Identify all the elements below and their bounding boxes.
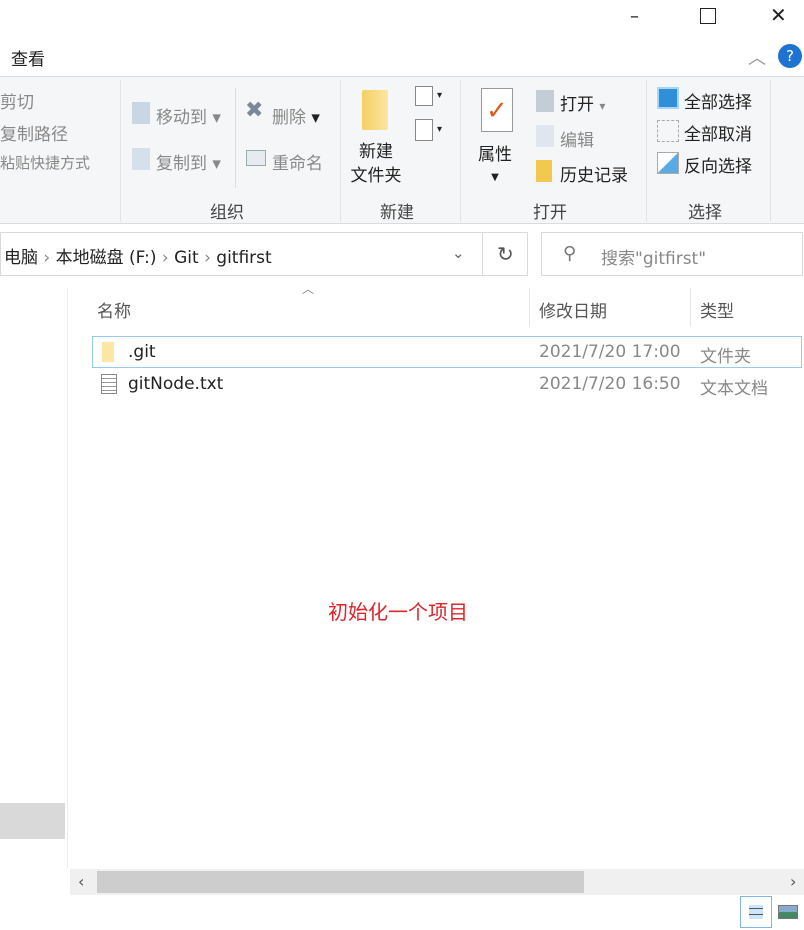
open-icon <box>536 90 554 112</box>
invert-selection-button[interactable]: 反向选择 <box>684 152 752 177</box>
nav-item-selected[interactable] <box>0 803 65 839</box>
file-modified: 2021/7/20 16:50 <box>539 374 681 394</box>
paste-shortcut-button[interactable]: 粘贴快捷方式 <box>0 152 90 173</box>
organize-group-label: 组织 <box>210 203 244 223</box>
rename-icon <box>246 150 266 166</box>
history-button[interactable]: 历史记录 <box>560 161 628 186</box>
file-modified: 2021/7/20 17:00 <box>539 342 681 362</box>
rename-button[interactable]: 重命名 <box>272 149 323 174</box>
copy-to-button[interactable]: 复制到 ▾ <box>156 149 221 174</box>
folder-icon <box>102 342 114 362</box>
easy-access-icon[interactable] <box>415 119 433 141</box>
move-to-button[interactable]: 移动到 ▾ <box>156 103 221 128</box>
tab-view[interactable]: 查看 <box>11 45 45 70</box>
new-item-icon[interactable] <box>415 86 433 106</box>
folder-icon <box>362 90 388 130</box>
move-to-icon <box>132 102 150 124</box>
text-file-icon <box>101 374 117 394</box>
easy-access-dropdown-icon[interactable]: ▾ <box>437 124 442 135</box>
search-icon: ⚲ <box>563 243 577 264</box>
file-name[interactable]: .git <box>128 342 156 362</box>
refresh-icon[interactable]: ↻ <box>497 242 514 266</box>
file-type: 文本文档 <box>700 379 768 399</box>
crumb[interactable]: gitfirst <box>216 248 271 268</box>
select-none-button[interactable]: 全部取消 <box>684 120 752 145</box>
details-view-icon[interactable] <box>740 896 772 928</box>
invert-selection-icon <box>657 152 679 174</box>
help-icon[interactable]: ? <box>778 44 802 68</box>
properties-button[interactable]: 属性 ▼ <box>478 140 512 185</box>
crumb[interactable]: 本地磁盘 (F:) <box>56 248 157 268</box>
file-type: 文件夹 <box>700 347 751 367</box>
column-header-name[interactable]: 名称 <box>97 297 131 322</box>
open-button[interactable]: 打开 ▾ <box>560 90 605 115</box>
properties-icon: ✓ <box>481 88 513 132</box>
history-dropdown-icon[interactable]: ⌄ <box>452 244 465 262</box>
column-header-modified[interactable]: 修改日期 <box>539 297 607 322</box>
file-name[interactable]: gitNode.txt <box>128 374 223 394</box>
large-icons-view-icon[interactable] <box>778 905 798 919</box>
edit-button[interactable]: 编辑 <box>560 126 594 151</box>
annotation-text: 初始化一个项目 <box>328 600 468 624</box>
scroll-right-icon[interactable]: › <box>790 872 796 891</box>
column-header-type[interactable]: 类型 <box>700 297 734 322</box>
new-folder-button[interactable]: 新建 文件夹 <box>350 140 402 188</box>
delete-icon: ✖ <box>245 98 264 123</box>
select-none-icon <box>657 120 679 142</box>
new-item-dropdown-icon[interactable]: ▾ <box>437 90 442 101</box>
crumb[interactable]: 电脑 <box>4 248 38 268</box>
scroll-left-icon[interactable]: ‹ <box>78 872 84 891</box>
breadcrumb: 电脑 › 本地磁盘 (F:) › Git › gitfirst <box>4 248 272 268</box>
crumb[interactable]: Git <box>174 248 199 268</box>
cut-button[interactable]: 剪切 <box>0 88 34 113</box>
select-all-button[interactable]: 全部选择 <box>684 88 752 113</box>
collapse-ribbon-icon[interactable]: ︿ <box>748 44 766 70</box>
select-group-label: 选择 <box>688 203 722 223</box>
copy-path-button[interactable]: 复制路径 <box>0 120 68 145</box>
new-group-label: 新建 <box>380 203 414 223</box>
table-row[interactable] <box>92 336 802 368</box>
edit-icon <box>536 125 554 147</box>
copy-to-icon <box>132 148 150 170</box>
search-input[interactable]: 搜索"gitfirst" <box>601 244 706 269</box>
open-group-label: 打开 <box>533 203 567 223</box>
maximize-button[interactable] <box>700 8 716 24</box>
select-all-icon <box>657 87 679 109</box>
delete-button[interactable]: 删除 ▾ <box>272 103 320 128</box>
close-button[interactable]: ✕ <box>770 3 787 27</box>
scrollbar-thumb[interactable] <box>97 871 584 893</box>
history-icon <box>536 160 552 182</box>
minimize-button[interactable]: – <box>630 6 639 27</box>
sort-indicator-icon: ︿ <box>302 282 315 296</box>
